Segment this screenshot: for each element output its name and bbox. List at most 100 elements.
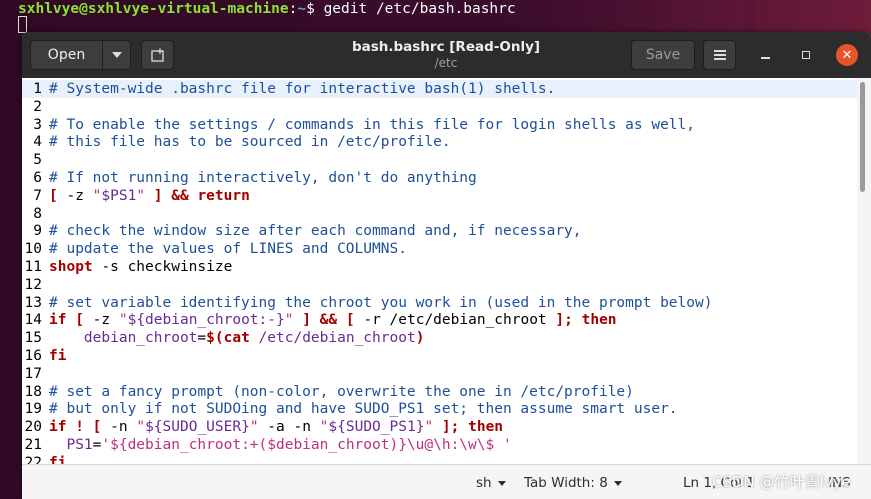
hamburger-menu-icon [713, 48, 726, 62]
terminal-path: ~ [297, 1, 307, 17]
tab-width-selector[interactable]: Tab Width: 8 [524, 474, 622, 492]
code-line[interactable]: 15 debian_chroot=$(cat /etc/debian_chroo… [22, 329, 425, 347]
code-token: fi [49, 348, 67, 364]
close-button[interactable]: ✕ [836, 44, 858, 66]
code-token: # check the window size after each comma… [49, 223, 582, 240]
line-number: 12 [24, 276, 42, 293]
line-number: 13 [24, 294, 42, 311]
code-line[interactable]: 5 [22, 151, 49, 169]
code-token: " [136, 419, 146, 436]
code-token: ${SUDO_USER} [145, 419, 250, 436]
code-token: then [581, 312, 617, 329]
line-number: 4 [33, 134, 42, 151]
code-token: ]; [441, 419, 460, 436]
code-token: && [171, 187, 189, 204]
open-dropdown-button[interactable] [102, 40, 131, 70]
tab-width-label: Tab Width: 8 [524, 475, 608, 491]
code-token: ! [75, 419, 84, 436]
code-token: " [249, 419, 259, 436]
close-icon: ✕ [841, 47, 853, 63]
text-editor[interactable]: 1 # System-wide .bashrc file for interact… [22, 78, 871, 464]
code-line[interactable]: 10 # update the values of LINES and COLUM… [22, 240, 407, 258]
status-bar: sh Tab Width: 8 Ln 1, Col 1 INS CSDN @竹叶… [22, 464, 871, 499]
save-button[interactable]: Save [631, 40, 695, 70]
line-number: 10 [24, 241, 42, 258]
code-line[interactable]: 14 if [ -z "${debian_chroot:-}" ] && [ -r… [22, 311, 617, 329]
code-token: ] [153, 187, 163, 204]
code-line[interactable]: 3 # To enable the settings / commands in … [22, 116, 695, 134]
window-subtitle: /etc [434, 56, 458, 70]
code-token: debian_chroot [49, 330, 198, 347]
terminal-prompt-sign: $ [306, 1, 324, 17]
line-number: 9 [33, 223, 42, 240]
line-number: 1 [33, 81, 42, 97]
line-number: 22 [24, 454, 42, 464]
line-number: 2 [33, 98, 42, 115]
new-tab-button[interactable] [141, 40, 174, 70]
code-line[interactable]: 19 # but only if not SUDOing and have SUD… [22, 400, 678, 418]
code-token: ${SUDO_PS1} [328, 419, 425, 436]
chevron-down-icon [497, 480, 506, 486]
code-line[interactable]: 13 # set variable identifying the chroot … [22, 294, 713, 312]
code-token: # but only if not SUDOing and have SUDO_… [49, 401, 678, 418]
minimize-button[interactable] [755, 45, 775, 65]
code-token: $PS1 [101, 187, 137, 204]
window-title: bash.bashrc [Read-Only] [351, 39, 541, 55]
code-line[interactable]: 22 fi [22, 454, 67, 464]
code-line[interactable]: 11 shopt -s checkwinsize [22, 258, 233, 276]
code-token: /etc/debian_chroot [249, 330, 416, 347]
code-line[interactable]: 16 fi [22, 347, 67, 365]
code-line[interactable]: 4 # this file has to be sourced in /etc/p… [22, 133, 450, 151]
line-number: 5 [33, 152, 42, 169]
code-token: # System-wide .bashrc file for interacti… [49, 81, 556, 97]
code-line[interactable]: 6 # If not running interactively, don't d… [22, 169, 477, 187]
scrollbar-thumb[interactable] [860, 82, 865, 192]
code-line[interactable]: 17 [22, 365, 49, 383]
new-document-icon [150, 48, 164, 62]
code-line[interactable]: 7[ -z "$PS1" ] && return [22, 187, 250, 205]
code-token: fi [49, 454, 67, 464]
code-token: then [468, 419, 504, 436]
language-label: sh [476, 475, 492, 491]
open-button[interactable]: Open [30, 40, 103, 70]
code-line[interactable]: 20 if ! [ -n "${SUDO_USER}" -a -n "${SUDO… [22, 418, 504, 436]
code-token: ${debian_chroot:-} [127, 312, 285, 329]
code-token: = [197, 330, 207, 347]
chevron-down-icon [613, 480, 622, 486]
terminal-prompt-line: sxhlvye@sxhlvye-virtual-machine:~$ gedit… [18, 0, 516, 18]
header-bar: Open bash.bashrc [Read-Only] /etc Save ✕ [22, 32, 871, 78]
line-number: 21 [24, 437, 42, 453]
code-token: if [49, 419, 67, 436]
code-token: ] [302, 312, 311, 329]
code-line[interactable]: 9 # check the window size after each comm… [22, 222, 582, 240]
code-token: if [49, 312, 67, 329]
code-token: # set a fancy prompt (non-color, overwri… [49, 383, 634, 400]
line-number: 14 [24, 312, 42, 329]
code-token: -z [83, 312, 119, 329]
language-selector[interactable]: sh [476, 474, 506, 492]
code-line[interactable]: 2 [22, 98, 49, 116]
code-token: " [136, 187, 146, 204]
code-token: # To enable the settings / commands in t… [49, 116, 696, 133]
code-token: && [319, 312, 338, 329]
code-line[interactable]: 18 # set a fancy prompt (non-color, overw… [22, 383, 634, 401]
code-line[interactable]: 12 [22, 276, 49, 294]
line-number: 17 [24, 365, 42, 382]
code-token: # update the values of LINES and COLUMNS… [49, 241, 407, 258]
code-token: [ [75, 312, 84, 329]
code-token: # If not running interactively, don't do… [49, 170, 477, 186]
code-line[interactable]: 1 # System-wide .bashrc file for interact… [22, 80, 555, 98]
vertical-scrollbar[interactable] [857, 78, 871, 464]
maximize-button[interactable] [796, 45, 816, 65]
menu-button[interactable] [703, 40, 736, 70]
code-token: # set variable identifying the chroot yo… [49, 294, 713, 311]
code-line[interactable]: 8 [22, 205, 49, 223]
code-line[interactable]: 21 PS1='${debian_chroot:+($debian_chroot… [22, 436, 512, 454]
